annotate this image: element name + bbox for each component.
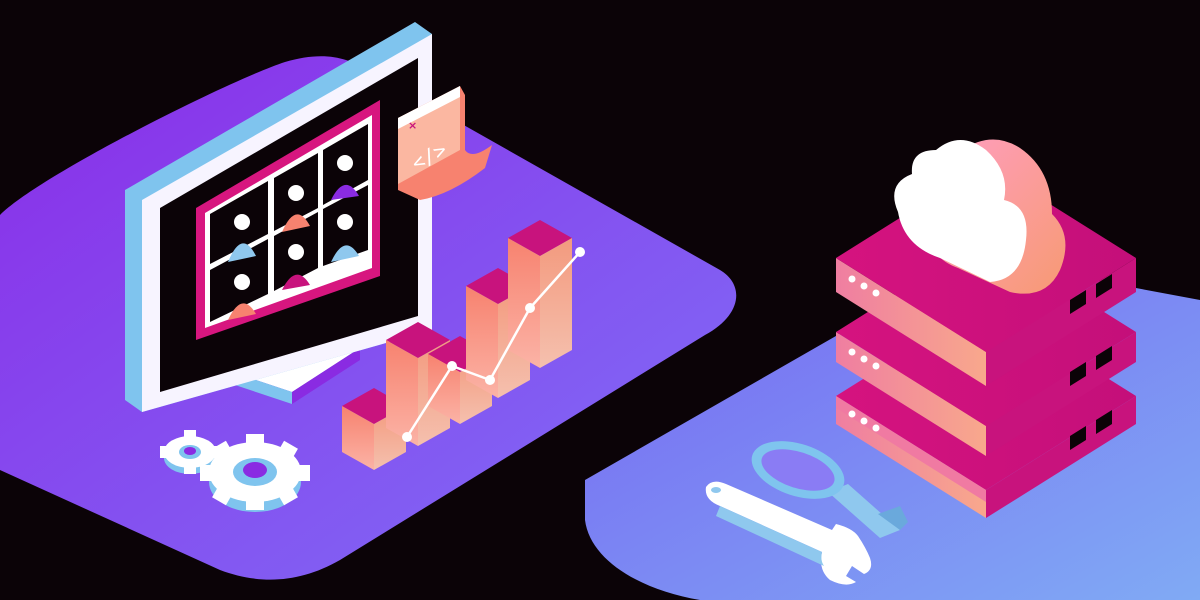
cloud-computing-illustration: </> ×	[0, 0, 1200, 600]
svg-text:×: ×	[408, 119, 417, 132]
chart-bar-5	[508, 220, 572, 368]
